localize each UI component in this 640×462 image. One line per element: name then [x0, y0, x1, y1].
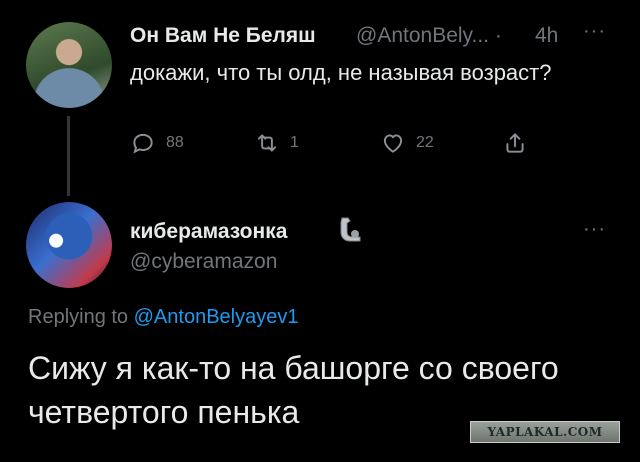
tweet1-handle-text[interactable]: @AntonBely... — [356, 24, 489, 47]
tweet2-display-name[interactable]: кибер​амазонка — [130, 220, 287, 244]
tweet1-more-button[interactable]: ··· — [583, 20, 606, 43]
like-button[interactable]: 22 — [380, 130, 434, 156]
tweet1-separator: · — [494, 24, 502, 47]
reply-icon — [133, 133, 153, 154]
retweet-icon — [257, 134, 277, 152]
replying-handle-link[interactable]: @AntonBelyayev1 — [134, 306, 299, 328]
mechanical-arm-icon — [336, 214, 366, 249]
tweet1-display-name[interactable]: Он Вам Не Беляш — [130, 24, 316, 48]
tweet1-handle[interactable]: @AntonBely... · — [356, 24, 502, 48]
heart-icon — [383, 134, 403, 153]
avatar-tweet2[interactable] — [26, 202, 112, 288]
tweet2-more-button[interactable]: ··· — [583, 218, 606, 241]
replying-prefix: Replying to — [28, 306, 129, 328]
watermark: YAPLAKAL.COM — [470, 421, 620, 443]
tweet2-handle[interactable]: @cyberamazon — [130, 250, 277, 274]
like-count: 22 — [416, 134, 434, 151]
tweet1-text: докажи, что ты олд, не называя возраст? — [130, 60, 552, 85]
reply-count: 88 — [166, 134, 184, 151]
share-button[interactable] — [502, 130, 528, 156]
reply-button[interactable]: 88 — [130, 130, 184, 156]
tweet1-time[interactable]: 4h — [535, 24, 558, 48]
tweet1-actions: 88 1 22 — [0, 130, 640, 164]
replying-to: Replying to @AntonBelyayev1 — [28, 306, 298, 329]
retweet-count: 1 — [290, 134, 299, 151]
retweet-button[interactable]: 1 — [254, 130, 299, 156]
avatar-tweet1[interactable] — [26, 22, 112, 108]
share-icon — [506, 133, 524, 153]
